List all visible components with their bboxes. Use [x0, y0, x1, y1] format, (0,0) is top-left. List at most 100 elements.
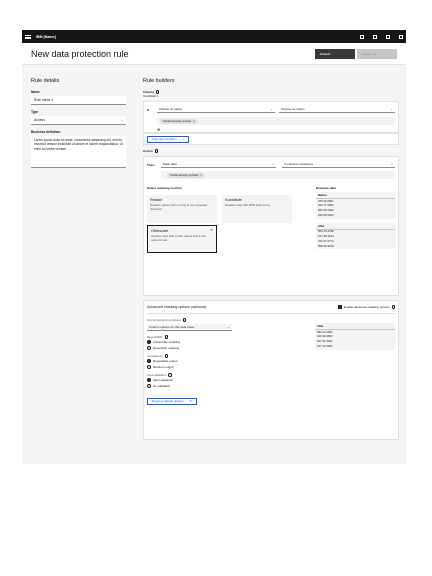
checkmark-icon: ✔: [210, 228, 213, 232]
radio-icon: [147, 364, 151, 369]
advanced-heading: Advanced masking options (optional): [147, 305, 206, 309]
substitute-tile[interactable]: Substitute Replace data with MD5 hash st…: [222, 195, 292, 223]
app-switcher-icon[interactable]: [399, 34, 403, 39]
rule-builders-heading: Rule builders: [143, 78, 175, 84]
consistency-label: Consistency: [147, 353, 163, 358]
condition-label: Condition 1: [143, 94, 159, 98]
brand-name: IBM [Name]: [36, 34, 56, 39]
validation-label: Input validation: [147, 372, 167, 377]
action-select-value: Mask data: [162, 162, 177, 166]
add-condition-button[interactable]: Add new condition +: [147, 135, 190, 143]
rule-details-heading: Rule details: [31, 78, 60, 84]
tile-title: Substitute: [225, 198, 242, 202]
advanced-options-card: Advanced masking options (optional) ✓ En…: [143, 300, 399, 440]
app-window: IBM [Name] New data protection rule Canc…: [22, 30, 406, 464]
if-label: If: [147, 107, 149, 112]
enable-advanced-checkbox[interactable]: ✓: [337, 305, 342, 309]
irreversible-radio[interactable]: Irreversible masking: [147, 340, 297, 345]
reversibility-label: Reversibility: [147, 334, 163, 339]
search-icon[interactable]: [360, 34, 364, 39]
chevron-down-icon: ⌄: [270, 107, 273, 111]
after-value: 077 42 0002: [317, 344, 333, 349]
definition-label: Business definition: [31, 130, 61, 134]
radio-selected-icon: [147, 359, 151, 364]
name-value: Rule name 1: [34, 98, 54, 102]
before-value: 230 95 0004: [317, 213, 334, 218]
columns-select-value: In columns containing: [283, 162, 313, 166]
masking-method-heading: Select masking method: [147, 186, 182, 190]
no-validation-radio[interactable]: No validation: [147, 383, 297, 388]
type-label: Type: [31, 110, 39, 114]
before-table: Before 445 99 0001 334 77 0003 530 99 00…: [315, 192, 395, 219]
reversible-radio[interactable]: Reversible masking: [147, 345, 297, 350]
info-icon[interactable]: [391, 305, 395, 309]
info-icon[interactable]: [154, 149, 159, 153]
columns-select[interactable]: In columns containing ⌄: [281, 161, 395, 168]
criteria-tag-label: Social security number: [163, 119, 192, 123]
name-field[interactable]: Rule name 1: [31, 96, 126, 105]
option-1-value: Choose an option: [158, 107, 183, 111]
close-icon[interactable]: ×: [193, 119, 195, 123]
obfuscate-tile[interactable]: ✔ Obfuscate Replace data with similar va…: [147, 225, 217, 253]
reset-defaults-button[interactable]: Reset to default options ↻: [147, 397, 198, 405]
radio-selected-icon: [147, 340, 151, 345]
action-select[interactable]: Mask data ⌄: [160, 161, 276, 168]
tile-title: Obfuscate: [151, 229, 169, 233]
reset-icon: ↻: [189, 399, 193, 404]
notification-icon[interactable]: [373, 34, 377, 39]
cancel-button[interactable]: Cancel: [315, 48, 355, 59]
type-value: Access: [34, 118, 45, 122]
radio-label: No validation: [153, 383, 171, 388]
tile-description: Replace values with a string of one repe…: [150, 203, 208, 211]
chevron-down-icon: ⌄: [390, 162, 393, 166]
advanced-after-table: After 092 22 0001 420 09 0002 517 01 000…: [315, 323, 395, 350]
create-rule-button[interactable]: Create rule: [357, 48, 397, 59]
action-tag: Social security number ×: [167, 172, 205, 178]
then-label: Then: [147, 162, 155, 167]
criteria-option-select-2[interactable]: Choose an option ⌄: [278, 106, 395, 113]
user-icon[interactable]: [386, 34, 390, 39]
name-label: Name: [31, 90, 40, 94]
radio-selected-icon: [147, 378, 151, 383]
add-condition-row: Add new condition +: [143, 133, 399, 145]
type-select[interactable]: Access ⌄: [31, 116, 126, 125]
option-2-value: Choose an option: [280, 107, 305, 111]
add-condition-label: Add new condition: [152, 137, 177, 141]
definition-textarea[interactable]: Lorem ipsum dolor sit amet, consectetur …: [31, 136, 126, 168]
action-tag-label: Social security number: [170, 173, 199, 177]
repeatable-radio[interactable]: Repeatable output: [147, 359, 297, 364]
menu-icon[interactable]: [25, 34, 31, 39]
info-icon[interactable]: [168, 373, 172, 377]
add-circle-icon[interactable]: ⊕: [157, 127, 395, 132]
rule-details-panel: Rule details Name Rule name 1 Type Acces…: [31, 78, 126, 168]
info-icon[interactable]: [182, 318, 187, 322]
radio-label: Input validation: [153, 378, 174, 383]
example-data-heading: Example data: [315, 186, 336, 190]
input-validation-radio[interactable]: Input validation: [147, 378, 297, 383]
redact-tile[interactable]: Redact Replace values with a string of o…: [147, 195, 217, 223]
info-icon[interactable]: [164, 354, 169, 358]
close-icon[interactable]: ×: [200, 173, 202, 177]
criteria-option-select-1[interactable]: Choose an option ⌄: [156, 106, 275, 113]
chevron-down-icon: ⌄: [227, 324, 230, 329]
after-value: 598-08-9322: [317, 243, 334, 248]
enable-advanced-label: Enable advanced masking options: [343, 305, 390, 309]
radio-icon: [147, 345, 151, 350]
format-select-value: Custom options for this data class: [149, 324, 195, 329]
format-select[interactable]: Custom options for this data class ⌄: [147, 323, 232, 331]
chevron-down-icon: ⌄: [120, 118, 123, 122]
tile-title: Redact: [150, 198, 163, 202]
radio-label: Reversible masking: [153, 345, 180, 350]
chevron-down-icon: ⌄: [271, 162, 274, 166]
after-table: After 060-13-4792 127-93-2241 370-37-077…: [315, 222, 395, 250]
info-icon[interactable]: [164, 335, 169, 339]
chevron-down-icon: ⌄: [390, 107, 393, 111]
add-icon: +: [182, 137, 185, 141]
page-header: New data protection rule Cancel Create r…: [22, 43, 406, 65]
radio-label: Random output: [153, 364, 174, 369]
radio-label: Irreversible masking: [153, 340, 180, 345]
format-label: Format preserving options: [147, 317, 181, 322]
tile-description: Replace data with similar values and in …: [151, 234, 206, 242]
random-radio[interactable]: Random output: [147, 364, 297, 369]
after-header: After: [315, 323, 395, 330]
